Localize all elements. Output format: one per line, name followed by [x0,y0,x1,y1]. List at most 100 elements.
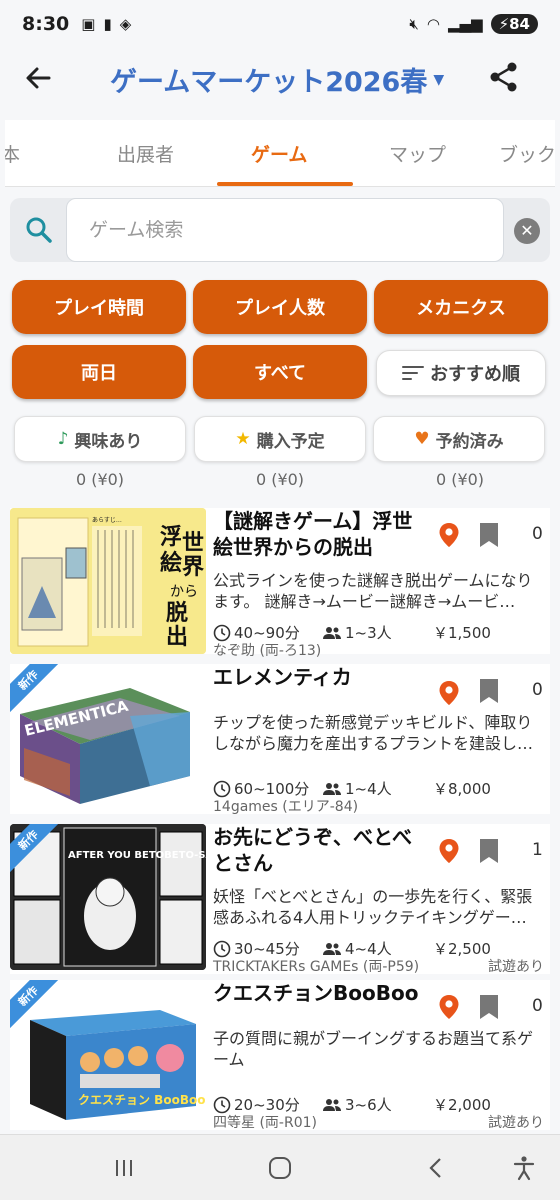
map-pin-icon[interactable] [438,680,460,706]
players-filter[interactable]: プレイ人数 [193,280,367,334]
day-filter[interactable]: 両日 [12,345,186,399]
bookmark-icon[interactable] [478,522,500,548]
people-icon [323,1098,341,1111]
search-input[interactable] [66,198,504,262]
category-filter[interactable]: すべて [193,345,367,399]
game-description: 妖怪「べとべとさん」の一歩先を行く、緊張感あふれる4人用トリックテイキングゲー… [213,887,533,927]
share-icon [490,62,517,92]
svg-text:あらすじ…: あらすじ… [92,517,122,524]
status-time: 8:30 [22,13,70,35]
clock-icon [213,780,231,797]
game-thumbnail: AFTER YOU BETOBETO-SAN 新作 [10,824,206,970]
game-description: 公式ラインを使った謎解き脱出ゲームになります。 謎解き→ムービー謎解き→ムービ… [213,571,533,611]
price: ￥1,500 [433,624,491,642]
bookmark-icon[interactable] [478,678,500,704]
map-pin-icon[interactable] [438,522,460,548]
player-count: 1~3人 [323,622,433,643]
bookmark-count: 0 [532,680,543,700]
tab-books[interactable]: 本 [5,140,20,167]
music-note-icon: ♪ [57,429,69,449]
map-pin-icon[interactable] [438,994,460,1020]
back-nav-button[interactable] [416,1153,456,1183]
sort-label: おすすめ順 [430,364,520,385]
search-icon [26,217,52,243]
tab-games[interactable]: ゲーム [251,140,307,167]
game-list-item[interactable]: あらすじ… 浮 世 絵 界 から 脱 出 【謎解きゲーム】浮世絵世界からの脱出 … [10,508,550,659]
arrow-left-icon [26,67,51,89]
accessibility-button[interactable] [504,1153,544,1183]
recent-apps-button[interactable] [104,1153,144,1183]
app-bar: ゲームマーケット2026春 ▼ [0,48,560,110]
svg-text:脱: 脱 [166,601,188,626]
status-system-icons: 🔇︎ ◠ ▂▄▆ ⚡84 [409,14,538,34]
home-button[interactable] [260,1153,300,1183]
screenshot-icon: ▣ [81,15,96,33]
page-title: ゲームマーケット2026春 [110,67,428,98]
reserved-filter[interactable]: ♥ 予約済み [373,416,545,462]
caret-down-icon: ▼ [433,71,445,88]
bookmark-icon[interactable] [478,994,500,1020]
booth-info: 14games (エリア-84) [213,799,359,815]
game-list-item[interactable]: ELEMENTICA 新作 エレメンティカ 0 チップを使った新感覚デッキビルド… [10,664,550,815]
accessibility-icon [513,1156,535,1181]
people-icon [323,942,341,955]
sort-button[interactable]: おすすめ順 [376,350,546,396]
game-list-item[interactable]: AFTER YOU BETOBETO-SAN 新作 お先にどうぞ、べとべとさん … [10,824,550,975]
planned-purchase-filter[interactable]: ★ 購入予定 [194,416,366,462]
reserved-label: 予約済み [435,431,504,452]
game-title: エレメンティカ [213,665,352,689]
reserved-count: 0 (¥0) [435,470,485,489]
svg-text:絵: 絵 [160,550,182,576]
game-thumbnail: あらすじ… 浮 世 絵 界 から 脱 出 [10,508,206,654]
home-icon [269,1157,291,1179]
battery-indicator: ⚡84 [490,14,538,34]
wifi-icon: ◠ [426,15,440,33]
heart-icon: ♥ [414,429,430,449]
game-title: お先にどうぞ、べとべとさん [213,825,412,875]
mechanics-filter[interactable]: メカニクス [374,280,548,334]
bookmark-count: 0 [532,996,543,1016]
game-list-item[interactable]: クエスチョン BooBoo 新作 クエスチョンBooBoo 0 子の質問に親がブ… [10,980,550,1131]
play-time-filter[interactable]: プレイ時間 [12,280,186,334]
clock-icon [213,940,231,957]
planned-purchase-label: 購入予定 [256,431,325,452]
game-title: クエスチョンBooBoo [213,981,419,1005]
divider [5,186,555,187]
back-button[interactable] [20,60,56,96]
tab-exhibitors[interactable]: 出展者 [117,140,174,167]
box-title: AFTER YOU BETOBETO-SAN [68,850,206,861]
share-button[interactable] [488,61,522,95]
trial-available: 試遊あり [488,1115,544,1131]
interested-filter[interactable]: ♪ 興味あり [14,416,186,462]
status-notification-icons: ▣ ▮ ◈ [81,15,131,33]
bookmark-count: 1 [532,840,543,860]
diamond-icon: ◈ [119,15,132,33]
planned-purchase-count: 0 (¥0) [255,470,305,489]
mute-icon: 🔇︎ [409,15,419,33]
game-thumbnail: クエスチョン BooBoo 新作 [10,980,206,1126]
interested-label: 興味あり [74,431,143,452]
tab-book[interactable]: ブック [499,140,555,167]
sort-icon [402,366,424,380]
star-icon: ★ [235,429,251,449]
bookmark-icon[interactable] [478,838,500,864]
svg-text:から: から [170,584,198,600]
people-icon [323,626,341,639]
map-pin-icon[interactable] [438,838,460,864]
recent-apps-icon [116,1160,132,1176]
signal-icon: ▂▄▆ [447,15,483,33]
clock-icon [213,624,231,641]
player-count: 3~6人 [323,1094,433,1115]
svg-text:出: 出 [166,625,188,650]
game-thumbnail: ELEMENTICA 新作 [10,664,206,810]
tab-map[interactable]: マップ [389,140,446,167]
section-tabs: 本 出展者 ゲーム マップ ブック [5,120,555,186]
booth-info: TRICKTAKERs GAMEs (両-P59) [213,959,420,975]
close-icon: ✕ [520,221,534,240]
event-selector[interactable]: ゲームマーケット2026春 ▼ [110,60,444,99]
game-title: 【謎解きゲーム】浮世絵世界からの脱出 [213,509,413,559]
clock-icon [213,1096,231,1113]
clear-search-button[interactable]: ✕ [514,218,540,244]
system-nav-bar [0,1134,560,1200]
booth-info: 四等星 (両-R01) [213,1115,317,1131]
